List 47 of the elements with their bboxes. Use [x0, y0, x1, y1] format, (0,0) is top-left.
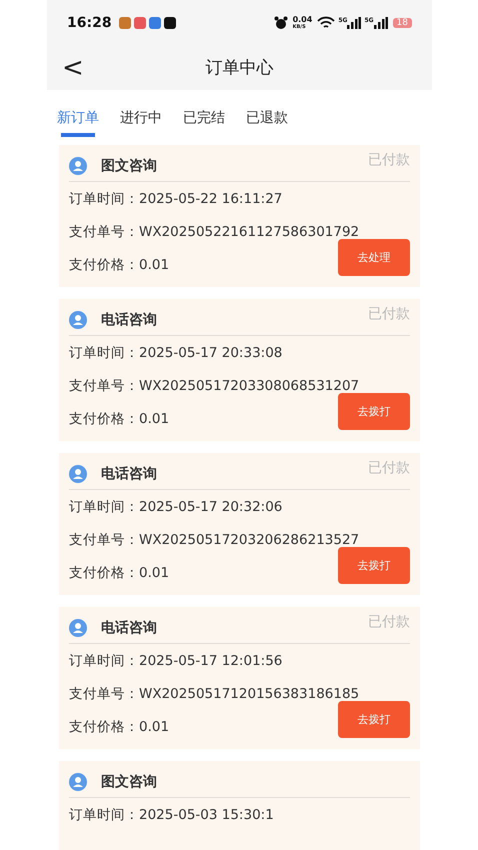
order-time: 订单时间：2025-05-17 20:33:08	[69, 344, 284, 362]
order-time: 订单时间：2025-05-17 20:32:06	[69, 498, 284, 516]
user-icon	[69, 311, 87, 329]
clock-time: 16:28	[67, 14, 112, 30]
consult-type: 图文咨询	[101, 773, 157, 791]
signal-icon	[347, 16, 362, 28]
consult-type: 电话咨询	[101, 619, 157, 637]
payment-number: 支付单号：WX20250517203206286213527	[69, 530, 360, 550]
order-time: 订单时间：2025-05-03 15:30:1	[69, 806, 275, 824]
tab[interactable]: 进行中	[120, 107, 162, 137]
action-button[interactable]: 去拨打	[338, 547, 410, 584]
battery-level: 18	[392, 18, 412, 28]
consult-type: 电话咨询	[101, 465, 157, 483]
payment-status: 已付款	[368, 613, 410, 631]
payment-status: 已付款	[368, 151, 410, 169]
payment-price: 支付价格：0.01	[69, 564, 170, 582]
payment-number: 支付单号：WX20250522161127586301792	[69, 222, 360, 242]
payment-status: 已付款	[368, 305, 410, 323]
tab[interactable]: 已完结	[183, 107, 225, 137]
payment-number: 支付单号：WX20250517120156383186185	[69, 684, 360, 704]
order-time: 订单时间：2025-05-22 16:11:27	[69, 190, 284, 208]
payment-price: 支付价格：0.01	[69, 718, 170, 736]
tab[interactable]: 新订单	[57, 107, 99, 137]
action-button[interactable]: 去处理	[338, 239, 410, 276]
user-icon	[69, 157, 87, 175]
payment-price: 支付价格：0.01	[69, 410, 170, 428]
consult-type: 电话咨询	[101, 311, 157, 329]
app-icon	[118, 16, 131, 28]
action-button[interactable]: 去拨打	[338, 393, 410, 430]
user-icon	[69, 773, 87, 791]
order-time: 订单时间：2025-05-17 12:01:56	[69, 652, 284, 670]
speed-value: 0.04	[292, 16, 312, 24]
app-icon	[148, 16, 161, 28]
consult-type: 图文咨询	[101, 157, 157, 175]
action-button[interactable]: 去拨打	[338, 701, 410, 738]
tab[interactable]: 已退款	[246, 107, 288, 137]
payment-price: 支付价格：0.01	[69, 256, 170, 274]
app-icon	[134, 16, 146, 28]
payment-number: 支付单号：WX20250517203308068531207	[69, 376, 360, 396]
user-icon	[69, 465, 87, 483]
wifi-icon	[317, 16, 336, 29]
back-button[interactable]: <	[47, 52, 99, 82]
page-title: 订单中心	[206, 57, 274, 79]
signal-icon	[374, 16, 388, 28]
payment-status: 已付款	[368, 459, 410, 477]
user-icon	[69, 619, 87, 637]
app-icon	[164, 16, 176, 28]
